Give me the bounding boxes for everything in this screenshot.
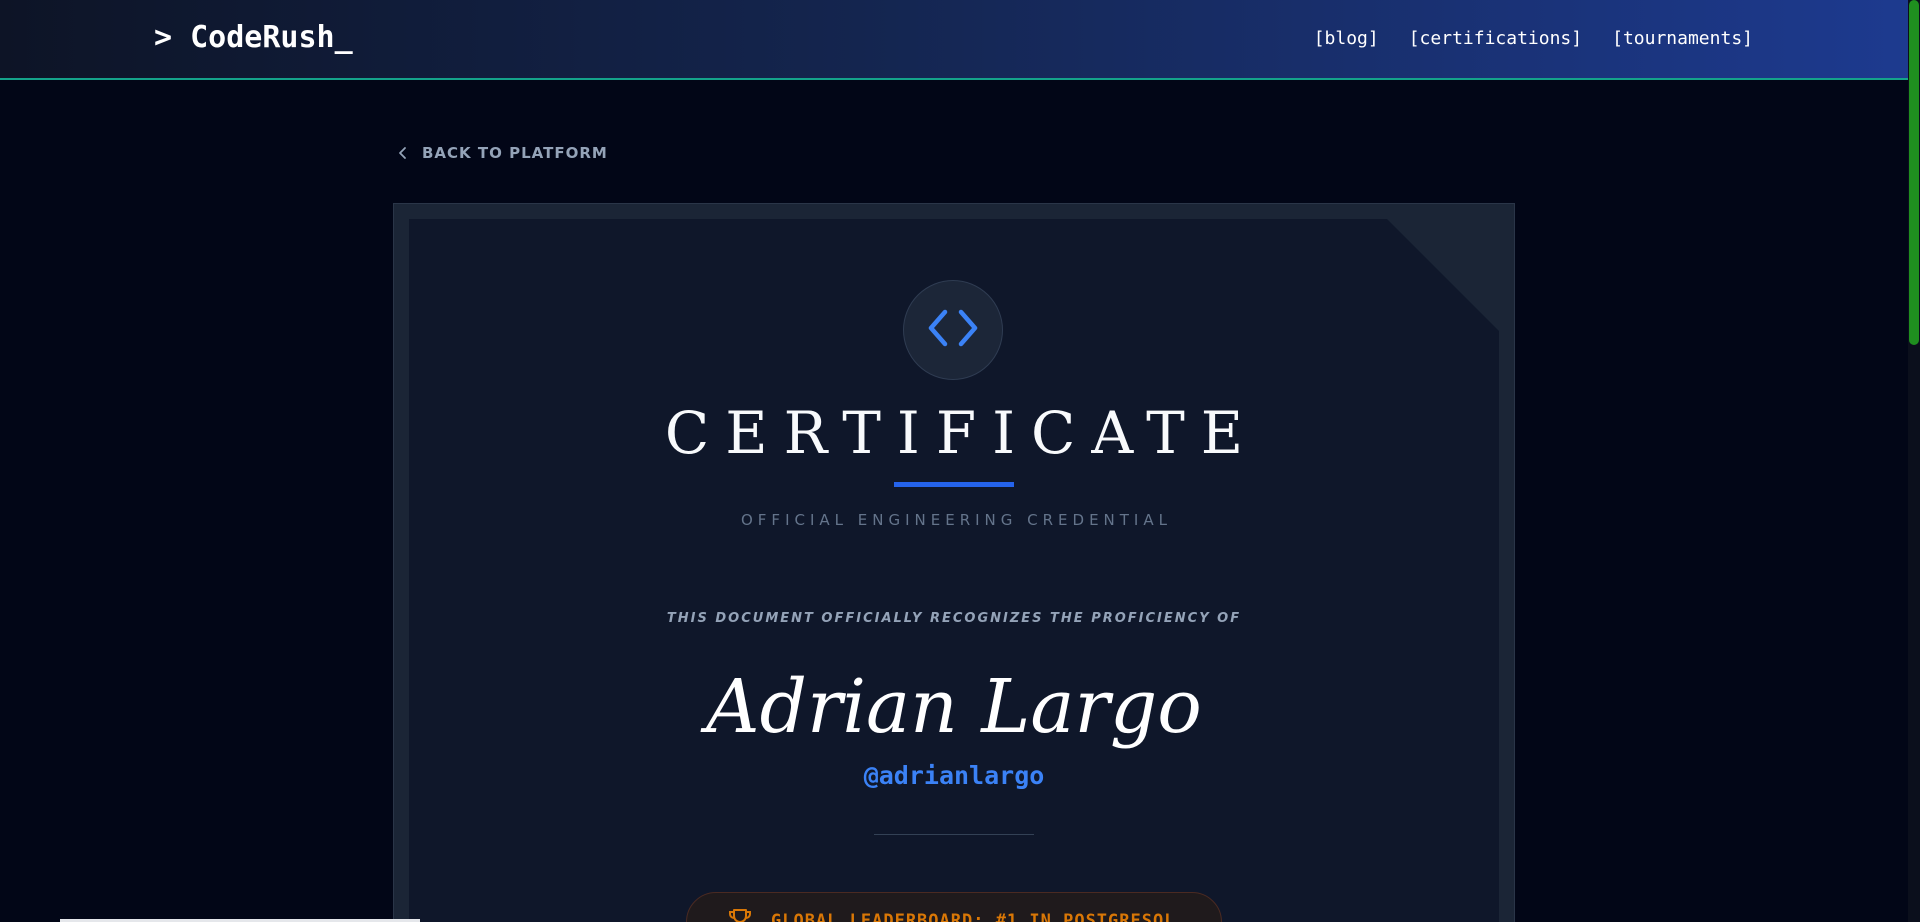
certificate-card: CERTIFICATE OFFICIAL ENGINEERING CREDENT… [393, 203, 1515, 922]
back-link-label: BACK TO PLATFORM [422, 144, 608, 162]
nav-link-certifications[interactable]: [certifications] [1409, 28, 1582, 49]
certificate-body: CERTIFICATE OFFICIAL ENGINEERING CREDENT… [409, 219, 1499, 922]
certificate-corner-fold [1387, 219, 1499, 331]
nav-link-tournaments[interactable]: [tournaments] [1612, 28, 1753, 49]
coderush-logo[interactable]: > CodeRush_ [154, 20, 353, 55]
certificate-subtitle: OFFICIAL ENGINEERING CREDENTIAL [741, 511, 1172, 529]
nav-link-blog[interactable]: [blog] [1314, 28, 1379, 49]
vertical-scrollbar-thumb[interactable] [1909, 0, 1919, 345]
certificate-emblem [903, 280, 1003, 380]
recipient-name: Adrian Largo [706, 664, 1202, 750]
recipient-handle[interactable]: @adrianlargo [409, 761, 1499, 790]
code-icon [923, 306, 983, 354]
divider [874, 834, 1034, 835]
chevron-left-icon [398, 146, 408, 160]
leaderboard-badge-text: GLOBAL LEADERBOARD: #1 IN POSTGRESQL [771, 911, 1176, 922]
title-underline [894, 482, 1014, 487]
main-nav: [blog] [certifications] [tournaments] [1314, 28, 1753, 49]
top-nav-bar: > CodeRush_ [blog] [certifications] [tou… [0, 0, 1908, 80]
recognition-statement: THIS DOCUMENT OFFICIALLY RECOGNIZES THE … [666, 611, 1242, 626]
back-to-platform-link[interactable]: BACK TO PLATFORM [398, 144, 608, 162]
vertical-scrollbar[interactable] [1908, 0, 1920, 922]
leaderboard-badge: GLOBAL LEADERBOARD: #1 IN POSTGRESQL [686, 892, 1222, 922]
trophy-icon [727, 907, 753, 922]
certificate-title: CERTIFICATE [664, 399, 1260, 467]
